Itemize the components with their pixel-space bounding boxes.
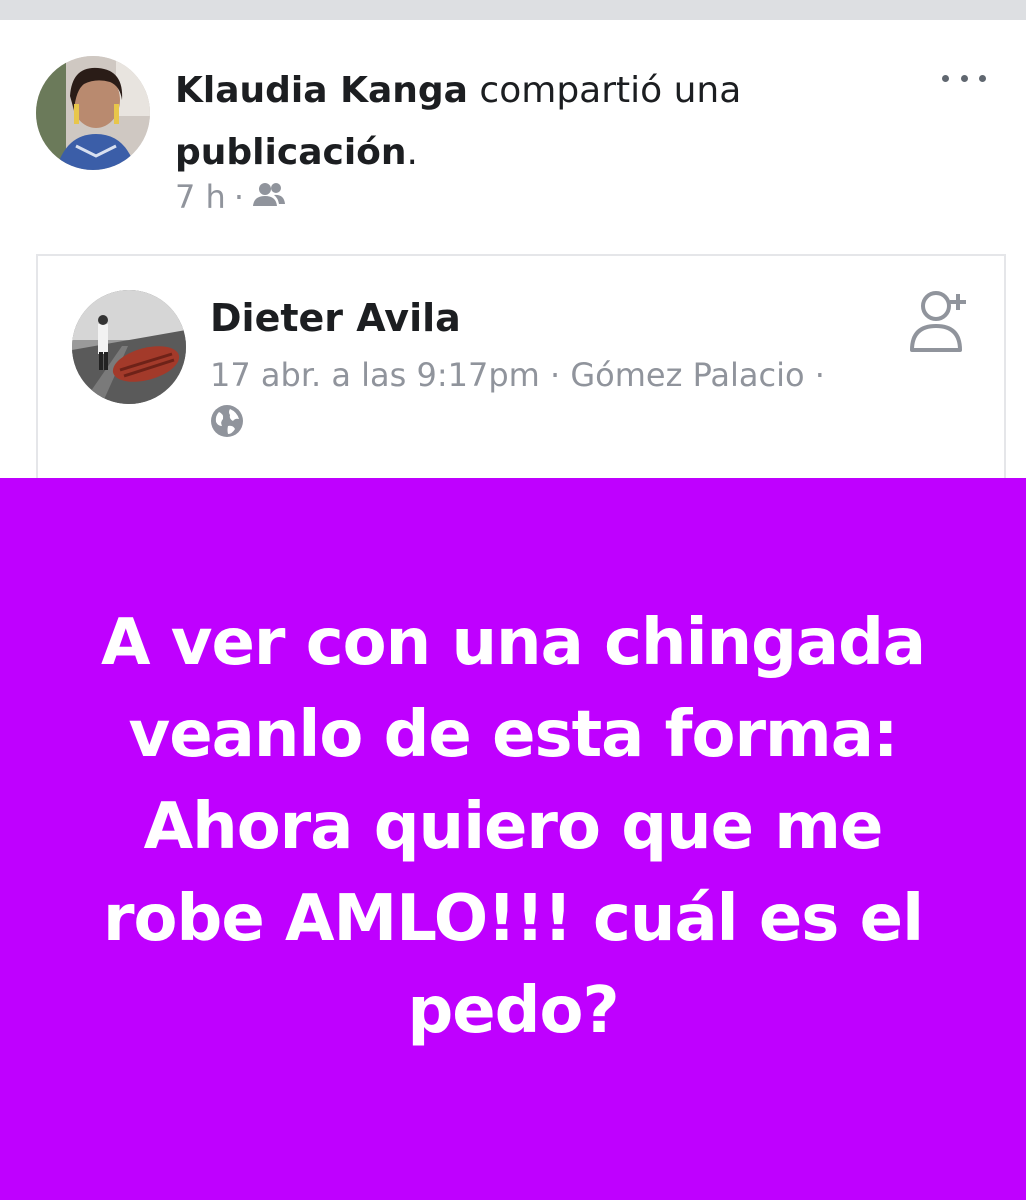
add-friend-icon[interactable]: [906, 284, 978, 356]
globe-icon[interactable]: [210, 404, 244, 438]
share-action-text: compartió una: [467, 70, 742, 111]
more-options-icon[interactable]: [942, 66, 986, 90]
shared-post-header: Klaudia Kanga compartió una publicación.…: [0, 20, 1026, 255]
post-text: A ver con una chingada veanlo de esta fo…: [100, 606, 926, 1048]
author-avatar[interactable]: [72, 290, 186, 404]
sharer-name-link[interactable]: Klaudia Kanga: [175, 70, 468, 111]
more-dot: [942, 74, 949, 82]
top-separator-bar: [0, 0, 1026, 20]
share-timestamp[interactable]: 7 h: [175, 178, 226, 216]
more-dot: [960, 74, 968, 82]
more-dot: [979, 74, 986, 82]
friends-icon[interactable]: [252, 178, 286, 216]
share-meta: 7 h ·: [175, 178, 286, 216]
colored-text-post: A ver con una chingada veanlo de esta fo…: [0, 478, 1026, 1200]
shared-object-link[interactable]: publicación: [175, 132, 407, 173]
author-name-link[interactable]: Dieter Avila: [210, 296, 461, 340]
share-trailing-period: .: [406, 132, 418, 173]
original-post-card: Dieter Avila 17 abr. a las 9:17pm · Góme…: [36, 254, 1006, 478]
share-headline: Klaudia Kanga compartió una publicación.: [175, 60, 875, 184]
post-meta[interactable]: 17 abr. a las 9:17pm · Gómez Palacio ·: [210, 356, 825, 394]
sharer-avatar[interactable]: [36, 56, 150, 170]
meta-separator: ·: [233, 178, 244, 216]
